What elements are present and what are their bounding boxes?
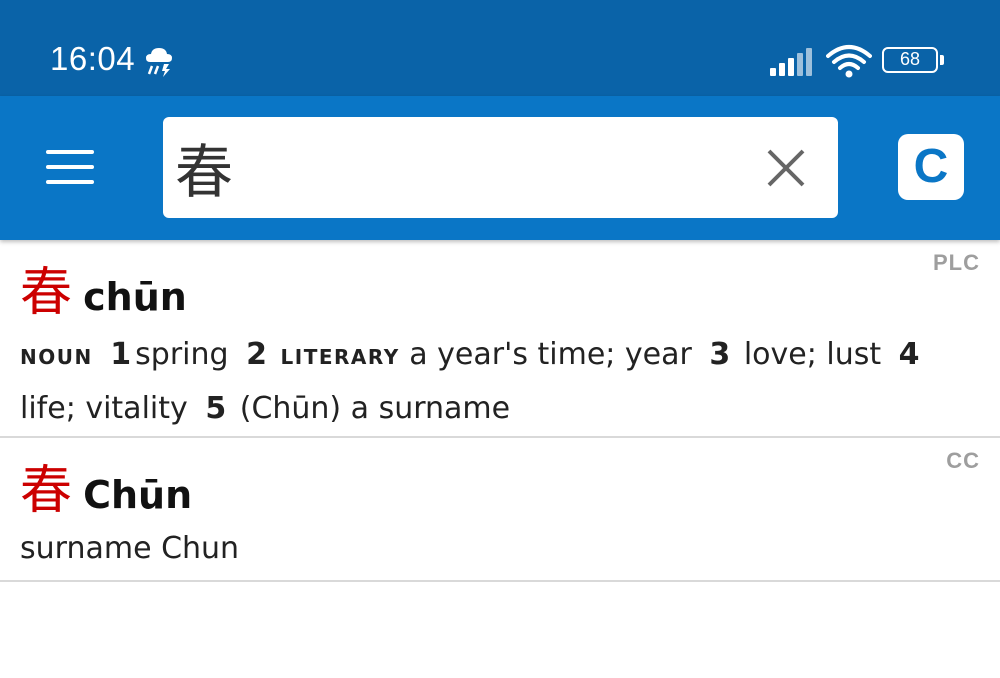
entry-pinyin: Chūn <box>83 473 193 517</box>
sense-text: a year's time; year <box>409 337 692 372</box>
part-of-speech: noun <box>20 338 93 371</box>
entry-hanzi: 春 <box>20 263 73 323</box>
status-bar: 16:04 68 <box>0 0 1000 96</box>
battery-cap <box>940 55 944 65</box>
sense-text: love; lust <box>743 337 882 372</box>
source-tag: PLC <box>933 250 980 275</box>
cloud-rain-icon <box>146 48 172 77</box>
sense-number: 4 <box>898 337 920 372</box>
app-bar: C <box>0 96 1000 240</box>
wifi-icon <box>826 45 872 78</box>
list-item[interactable]: CC 春 Chūn surname Chun <box>0 438 1000 582</box>
entry-headline: 春 chūn <box>20 250 187 323</box>
battery-level: 68 <box>882 47 938 73</box>
status-time: 16:04 <box>50 40 136 77</box>
entry-headline: 春 Chūn <box>20 448 193 521</box>
entry-pinyin: chūn <box>83 275 187 319</box>
signal-icon <box>770 48 812 76</box>
sense-number: 3 <box>709 337 731 372</box>
sense-number: 1 <box>110 337 132 372</box>
list-item[interactable]: PLC 春 chūn noun 1 spring 2 literary a yea… <box>0 240 1000 438</box>
sense-text: spring <box>135 337 229 372</box>
source-tag: CC <box>946 448 980 473</box>
sense-text: (Chūn) a surname <box>239 391 511 426</box>
search-box[interactable] <box>163 117 838 218</box>
hamburger-menu-icon[interactable] <box>40 146 98 188</box>
close-icon[interactable] <box>763 145 809 191</box>
c-button[interactable]: C <box>898 134 964 200</box>
battery-indicator: 68 <box>882 47 946 77</box>
entry-definition: surname Chun <box>20 531 240 566</box>
sense-text: life; vitality <box>20 391 188 426</box>
search-input[interactable] <box>175 129 735 205</box>
part-of-speech: literary <box>280 338 400 371</box>
entry-hanzi: 春 <box>20 461 73 521</box>
entry-definition: noun 1 spring 2 literary a year's time; y… <box>20 328 980 436</box>
sense-number: 2 <box>246 337 267 372</box>
sense-number: 5 <box>205 391 227 426</box>
